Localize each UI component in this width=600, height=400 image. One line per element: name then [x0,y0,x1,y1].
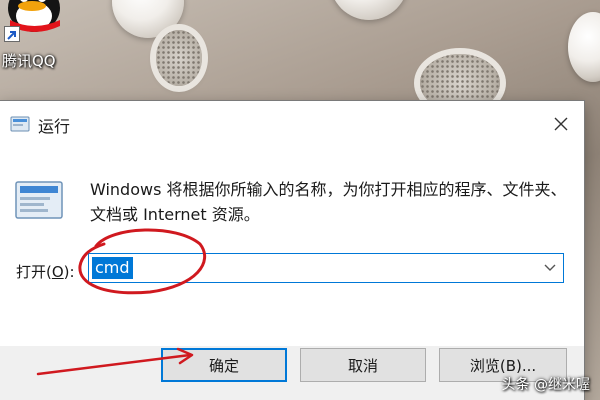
watermark: 头条 @继米喔 [501,377,590,393]
close-button[interactable] [538,101,584,147]
open-label-prefix: 打开( [16,263,52,281]
chevron-down-icon [544,264,556,271]
button-bar: 确定 取消 浏览(B)... [0,346,584,400]
wall-vent [156,30,202,86]
dialog-content: Windows 将根据你所输入的名称，为你打开相应的程序、文件夹、文档或 Int… [0,147,584,400]
close-icon [554,117,568,131]
run-dialog: 运行 Windows 将根据你所输入的名称，为你打开相应的程序、文件夹、文档或 … [0,101,584,400]
command-input[interactable]: cmd [92,257,133,279]
wall-lamp [568,12,600,82]
run-dialog-icon [10,116,30,132]
combobox-dropdown-button[interactable] [537,254,563,282]
dialog-description: Windows 将根据你所输入的名称，为你打开相应的程序、文件夹、文档或 Int… [90,180,567,224]
command-combobox[interactable]: cmd [88,253,564,283]
desktop-shortcut-label: 腾讯QQ [2,52,56,70]
dialog-title: 运行 [38,117,71,136]
title-bar[interactable]: 运行 [0,101,584,147]
desktop-shortcut-qq[interactable]: 腾讯QQ [0,0,80,72]
open-label-suffix: ): [63,263,75,281]
open-label-access-key: O [51,263,64,281]
ok-button[interactable]: 确定 [161,348,287,382]
run-dialog-icon [15,181,63,219]
shortcut-arrow-icon [4,26,20,42]
wall-lamp [330,0,408,20]
open-label: 打开(O): [16,261,75,282]
cancel-button[interactable]: 取消 [300,348,426,382]
